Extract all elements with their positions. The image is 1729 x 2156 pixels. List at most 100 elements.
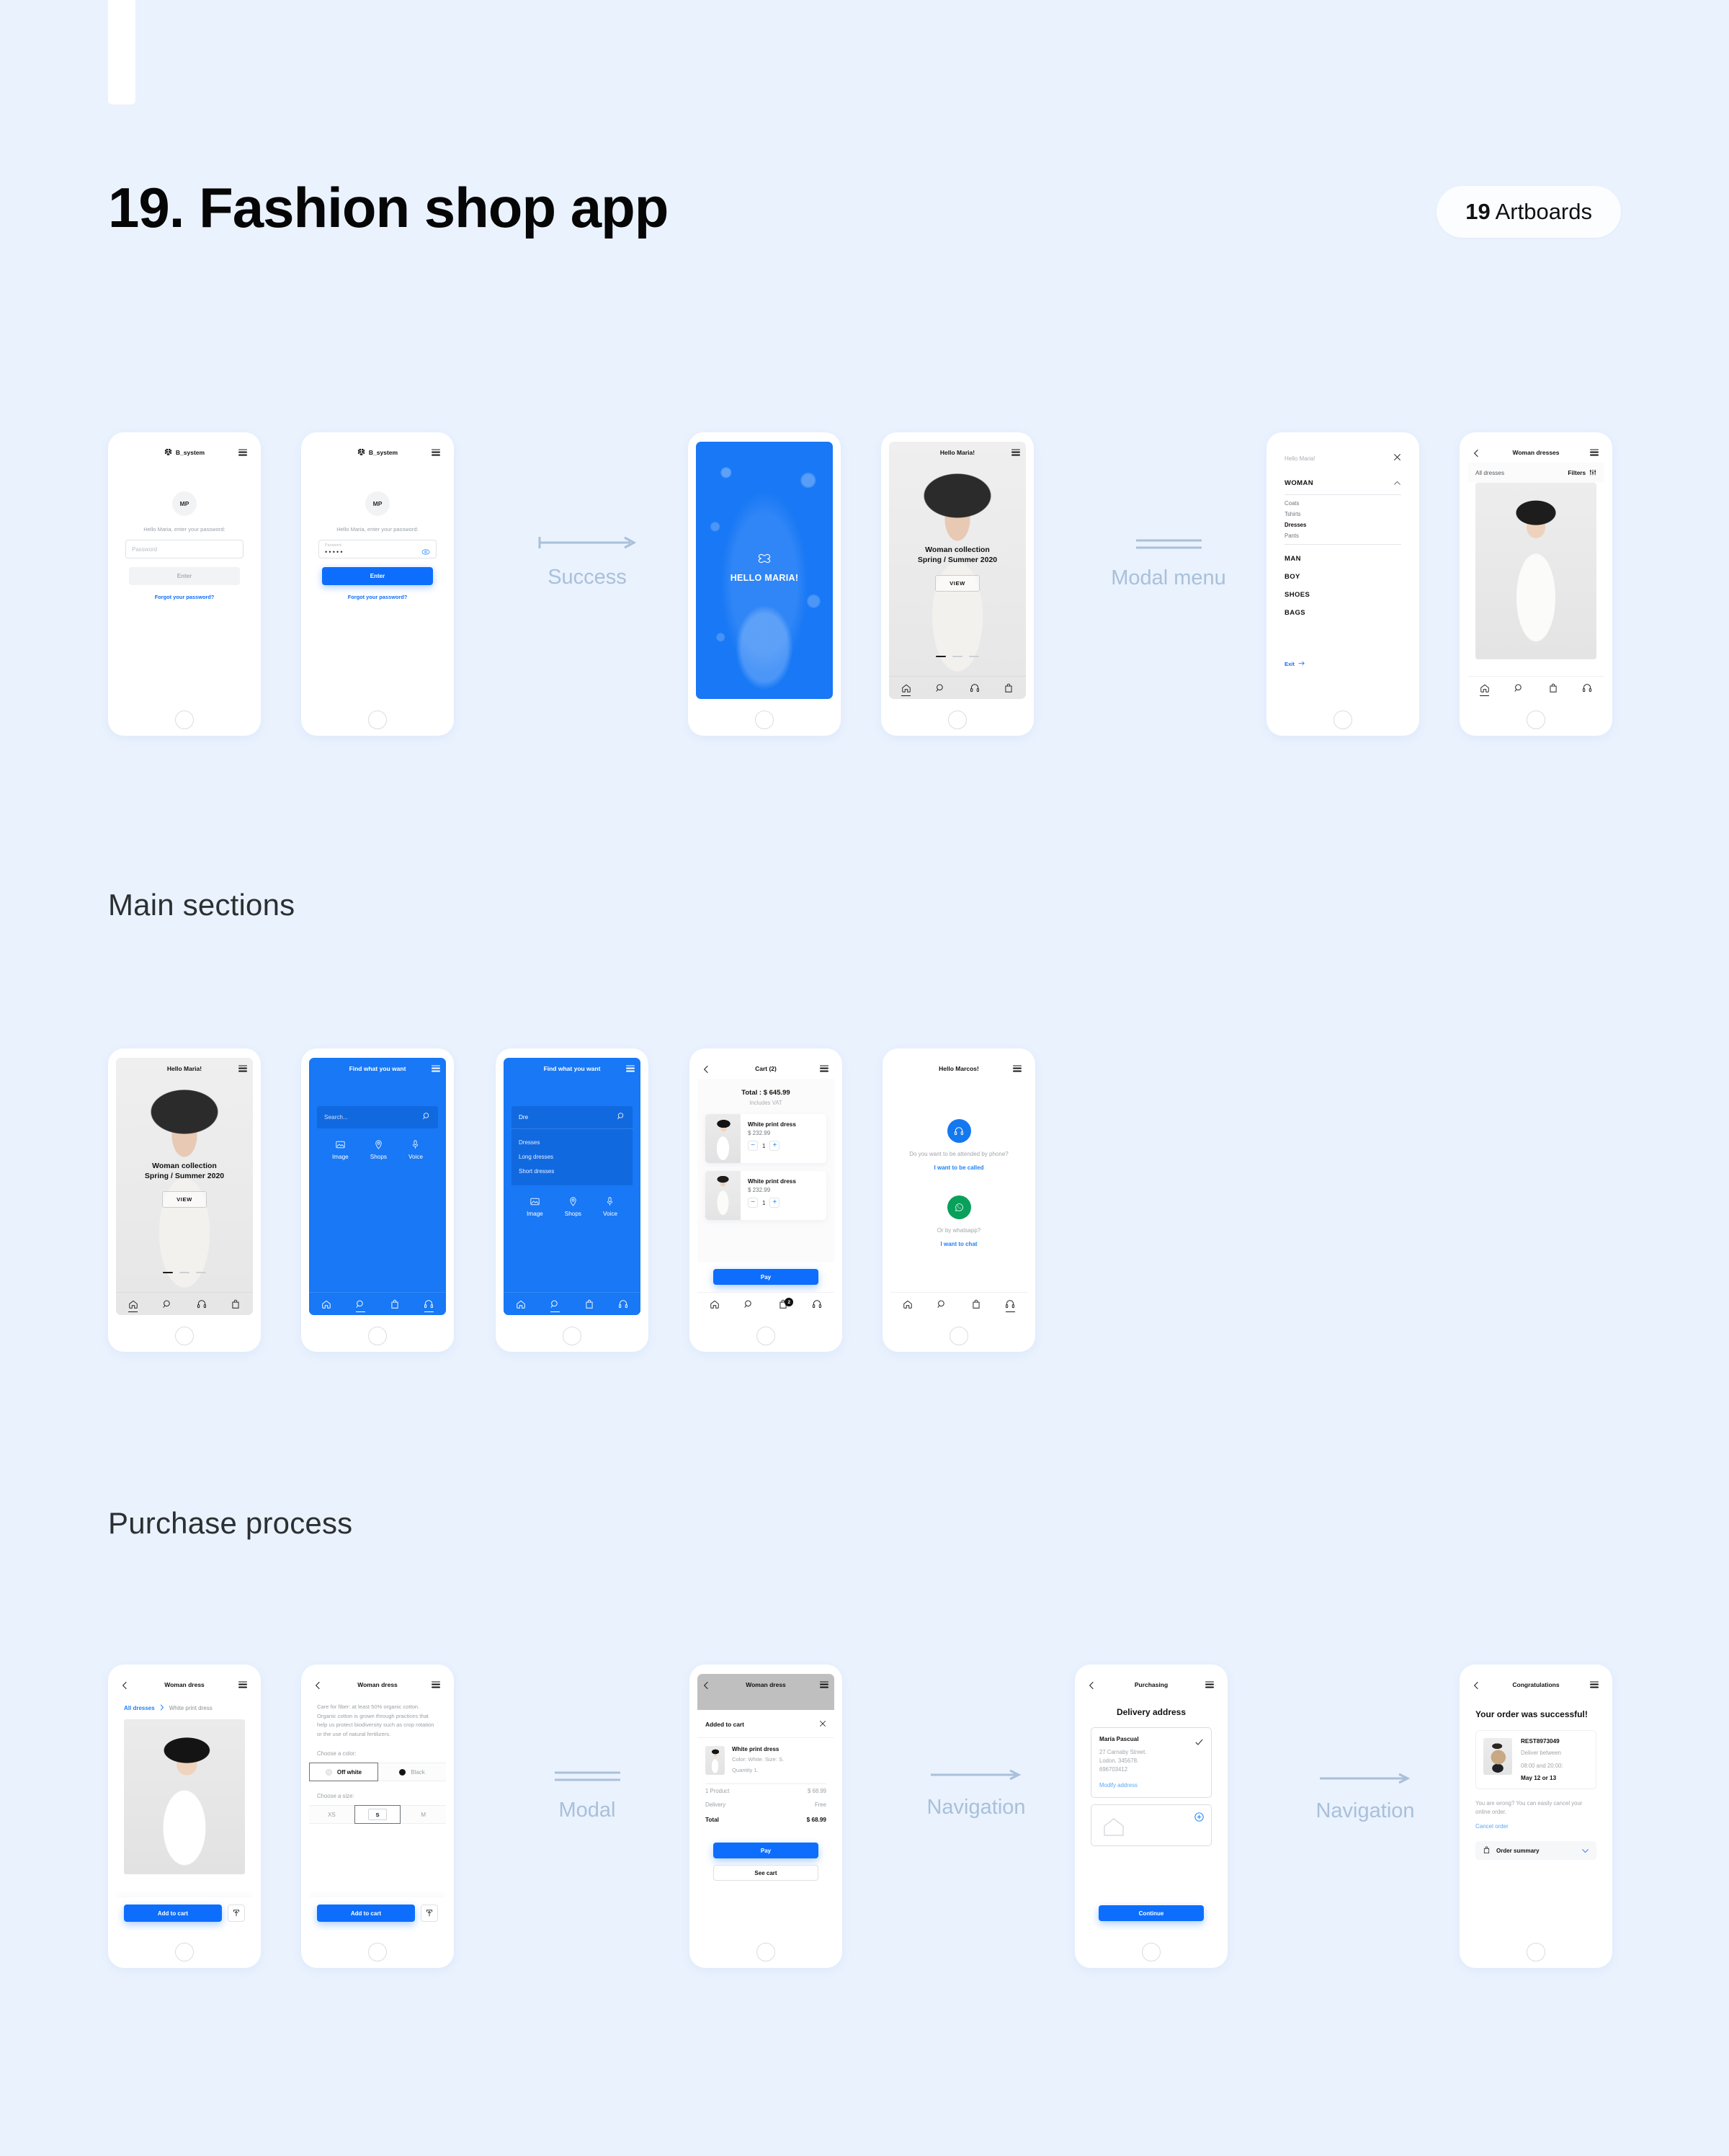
home-button[interactable]: [175, 1327, 194, 1345]
menu-item-pants[interactable]: Pants: [1285, 533, 1401, 539]
nav-home-icon[interactable]: [901, 682, 911, 696]
filter-left-label[interactable]: All dresses: [1475, 470, 1504, 476]
back-icon[interactable]: [703, 1681, 710, 1689]
carousel-dot[interactable]: [163, 1271, 173, 1273]
home-button[interactable]: [1527, 1943, 1545, 1961]
add-address-card[interactable]: [1091, 1804, 1212, 1846]
cart-item-thumb[interactable]: [705, 1171, 741, 1220]
enter-button[interactable]: Enter: [129, 567, 240, 585]
home-button[interactable]: [756, 1943, 775, 1961]
carousel-dot[interactable]: [952, 655, 962, 657]
forgot-password-link[interactable]: Forgot your password?: [309, 594, 446, 600]
nav-cart-icon[interactable]: [1547, 682, 1558, 693]
menu-icon[interactable]: [820, 1681, 828, 1688]
nav-search-icon[interactable]: [935, 682, 946, 693]
nav-cart-icon[interactable]: [970, 1298, 981, 1309]
nav-cart-icon[interactable]: [389, 1298, 400, 1309]
nav-cart-icon[interactable]: [584, 1298, 594, 1309]
nav-search-icon[interactable]: [743, 1298, 754, 1309]
filters-button[interactable]: Filters: [1568, 469, 1596, 477]
menu-icon[interactable]: [238, 449, 247, 456]
home-button[interactable]: [756, 1327, 775, 1345]
home-button[interactable]: [1333, 710, 1352, 729]
quick-action-voice[interactable]: Voice: [603, 1195, 617, 1217]
share-icon[interactable]: [421, 1905, 438, 1922]
home-button[interactable]: [755, 710, 774, 729]
quick-action-voice[interactable]: Voice: [408, 1139, 423, 1160]
home-button[interactable]: [950, 1327, 968, 1345]
menu-icon[interactable]: [432, 1681, 440, 1688]
menu-icon[interactable]: [1590, 1681, 1599, 1688]
decrease-quantity-button[interactable]: −: [748, 1198, 758, 1208]
close-icon[interactable]: [819, 1718, 826, 1731]
carousel-dot[interactable]: [936, 655, 946, 657]
nav-support-icon[interactable]: [618, 1298, 629, 1309]
back-icon[interactable]: [1473, 449, 1480, 457]
back-icon[interactable]: [1473, 1681, 1480, 1689]
search-icon[interactable]: [617, 1111, 625, 1124]
nav-search-icon[interactable]: [162, 1298, 173, 1309]
menu-icon[interactable]: [1590, 449, 1599, 456]
menu-section-shoes[interactable]: SHOES: [1285, 591, 1401, 599]
menu-section-man[interactable]: MAN: [1285, 555, 1401, 563]
menu-item-dresses[interactable]: Dresses: [1285, 522, 1401, 528]
quick-action-image[interactable]: Image: [332, 1139, 349, 1160]
address-card[interactable]: María Pascual 27 Carnaby Street. Lodon. …: [1091, 1727, 1212, 1798]
menu-icon[interactable]: [238, 1681, 247, 1688]
view-button[interactable]: VIEW: [935, 574, 980, 592]
nav-search-icon[interactable]: [937, 1298, 947, 1309]
carousel-dots[interactable]: [116, 1271, 253, 1273]
nav-support-icon[interactable]: [1005, 1298, 1016, 1312]
view-button[interactable]: VIEW: [162, 1190, 207, 1208]
home-button[interactable]: [563, 1327, 581, 1345]
home-button[interactable]: [368, 710, 387, 729]
add-icon[interactable]: [1194, 1812, 1204, 1822]
pay-button[interactable]: Pay: [713, 1843, 818, 1858]
increase-quantity-button[interactable]: +: [769, 1141, 780, 1151]
menu-section-bags[interactable]: BAGS: [1285, 609, 1401, 617]
nav-search-icon[interactable]: [1514, 682, 1524, 693]
suggestion-item[interactable]: Dresses: [519, 1135, 625, 1149]
nav-home-icon[interactable]: [709, 1298, 720, 1309]
add-to-cart-button[interactable]: Add to cart: [124, 1905, 222, 1922]
carousel-dot[interactable]: [196, 1271, 206, 1273]
color-option-black[interactable]: Black: [378, 1763, 446, 1781]
cart-item-thumb[interactable]: [705, 1114, 741, 1163]
back-icon[interactable]: [315, 1681, 321, 1689]
support-chat-link[interactable]: I want to chat: [890, 1241, 1027, 1247]
nav-home-icon[interactable]: [515, 1298, 526, 1309]
continue-button[interactable]: Continue: [1099, 1905, 1204, 1921]
home-button[interactable]: [368, 1943, 387, 1961]
home-button[interactable]: [368, 1327, 387, 1345]
menu-icon[interactable]: [432, 1065, 440, 1072]
search-input[interactable]: Dre: [511, 1106, 633, 1128]
nav-home-icon[interactable]: [128, 1298, 138, 1312]
menu-item-tshirts[interactable]: Tshirts: [1285, 511, 1401, 517]
quick-action-shops[interactable]: Shops: [370, 1139, 387, 1160]
nav-home-icon[interactable]: [902, 1298, 913, 1309]
home-button[interactable]: [175, 1943, 194, 1961]
suggestion-item[interactable]: Short dresses: [519, 1164, 625, 1178]
cancel-order-link[interactable]: Cancel order: [1467, 1817, 1604, 1830]
menu-icon[interactable]: [1013, 1065, 1022, 1072]
add-to-cart-button[interactable]: Add to cart: [317, 1905, 415, 1922]
password-input[interactable]: Password •••••: [318, 540, 437, 558]
order-summary-accordion[interactable]: Order summary: [1475, 1841, 1596, 1860]
carousel-dots[interactable]: [889, 655, 1026, 657]
back-icon[interactable]: [703, 1065, 710, 1073]
nav-support-icon[interactable]: [196, 1298, 207, 1309]
chevron-up-icon[interactable]: [1393, 476, 1401, 489]
decrease-quantity-button[interactable]: −: [748, 1141, 758, 1151]
nav-cart-icon[interactable]: [231, 1298, 241, 1309]
size-option-s[interactable]: S: [354, 1805, 401, 1824]
close-icon[interactable]: [1393, 452, 1401, 465]
search-input[interactable]: Search...: [317, 1106, 438, 1128]
back-icon[interactable]: [122, 1681, 128, 1689]
menu-item-coats[interactable]: Coats: [1285, 500, 1401, 507]
menu-section-woman[interactable]: WOMAN: [1285, 476, 1401, 489]
product-card-image[interactable]: [1475, 483, 1596, 659]
password-input[interactable]: Password: [125, 540, 244, 558]
enter-button[interactable]: Enter: [322, 567, 433, 585]
home-button[interactable]: [1142, 1943, 1161, 1961]
menu-icon[interactable]: [626, 1065, 635, 1072]
